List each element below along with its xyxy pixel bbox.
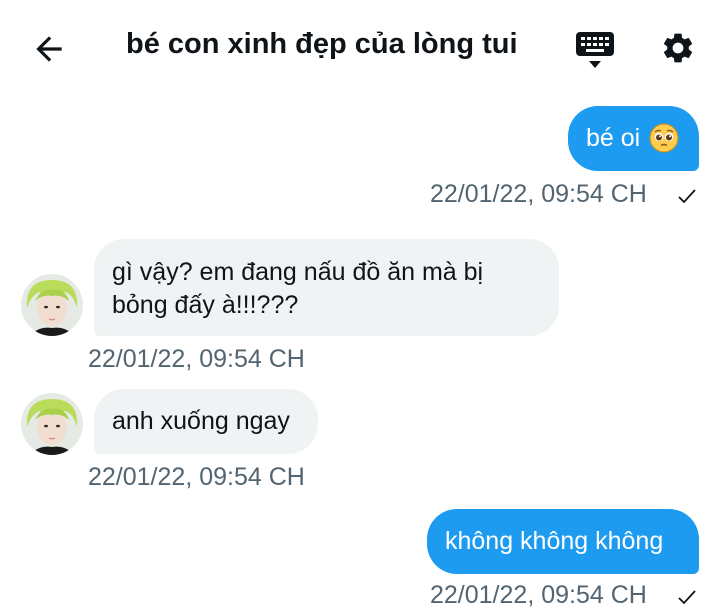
keyboard-icon[interactable] (574, 30, 616, 70)
message-bubble-incoming[interactable]: anh xuống ngay (94, 389, 318, 454)
avatar-image-icon (21, 393, 83, 455)
message-text: bé oi (586, 124, 641, 152)
sent-check-icon (678, 189, 696, 204)
message-timestamp: 22/01/22, 09:54 CH (430, 581, 647, 609)
back-arrow-icon[interactable] (30, 30, 68, 68)
message-timestamp: 22/01/22, 09:54 CH (430, 180, 647, 208)
message-text: không không không (445, 527, 664, 555)
message-text: anh xuống ngay (112, 407, 290, 435)
pleading-face-emoji-icon (649, 123, 679, 153)
sent-check-icon (678, 590, 696, 605)
avatar-image-icon (21, 274, 83, 336)
message-bubble-outgoing[interactable]: không không không (427, 509, 699, 574)
contact-avatar[interactable] (21, 274, 83, 336)
message-bubble-outgoing[interactable]: bé oi (568, 106, 699, 171)
message-timestamp: 22/01/22, 09:54 CH (88, 463, 305, 491)
message-timestamp: 22/01/22, 09:54 CH (88, 345, 305, 373)
message-text: gì vậy? em đang nấu đồ ăn mà bị bỏng đấy… (112, 258, 484, 319)
conversation-header: bé con xinh đẹp của lòng tui (0, 0, 720, 96)
contact-avatar[interactable] (21, 393, 83, 455)
message-bubble-incoming[interactable]: gì vậy? em đang nấu đồ ăn mà bị bỏng đấy… (94, 239, 559, 336)
conversation-title: bé con xinh đẹp của lòng tui (126, 28, 518, 60)
settings-gear-icon[interactable] (660, 30, 696, 66)
